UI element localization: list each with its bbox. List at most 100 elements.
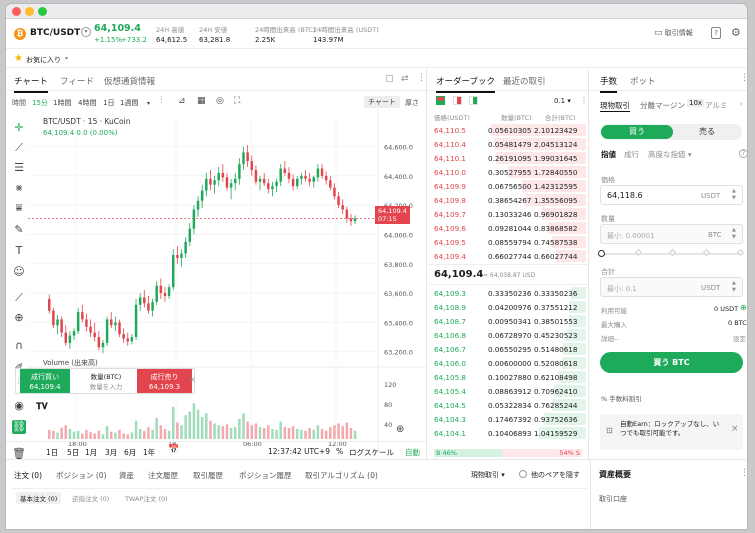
- price-input[interactable]: 64,118.6 USDT ▲ ▼: [600, 185, 743, 205]
- close-quick-trade-icon[interactable]: ×: [189, 375, 196, 384]
- close-window-icon[interactable]: [12, 7, 21, 16]
- slider-handle[interactable]: [598, 250, 605, 257]
- tab-orderbook[interactable]: オーダーブック: [436, 75, 495, 93]
- more-icon[interactable]: ⋮: [417, 73, 426, 83]
- mode-spot[interactable]: 現物取引: [600, 100, 630, 112]
- hide-pairs-label[interactable]: 他のペアを隠す: [531, 470, 580, 480]
- horizontal-lines-icon[interactable]: ☰: [12, 161, 26, 175]
- range-6m[interactable]: 6月: [124, 447, 136, 458]
- zoom-in-icon[interactable]: ⊕: [12, 311, 26, 325]
- bottom-tab[interactable]: 資産: [119, 470, 134, 481]
- close-banner-icon[interactable]: ×: [731, 424, 739, 434]
- range-1d[interactable]: 1日: [46, 447, 58, 458]
- percent-scale-toggle[interactable]: %: [336, 447, 343, 456]
- star-icon[interactable]: ★: [14, 53, 23, 64]
- go-latest-icon[interactable]: ⊕: [396, 424, 404, 435]
- swap-icon[interactable]: ⇄: [401, 74, 409, 84]
- tab-bot[interactable]: ボット: [630, 75, 656, 87]
- screenshot-icon[interactable]: ◎: [216, 96, 224, 106]
- buy-btc-button[interactable]: 買う BTC: [600, 352, 743, 373]
- tab-chart[interactable]: チャート: [14, 75, 48, 93]
- crosshair-icon[interactable]: ✛: [12, 121, 26, 135]
- log-scale-toggle[interactable]: ログスケール: [349, 447, 394, 458]
- chevron-down-icon[interactable]: ▾: [65, 55, 68, 62]
- pattern-icon[interactable]: ⨳: [12, 181, 26, 195]
- stepper-icon[interactable]: ▲ ▼: [732, 280, 736, 294]
- quick-qty-field[interactable]: 数量(BTC) 数量を入力: [76, 372, 136, 392]
- settings-gear-icon[interactable]: ⚙: [731, 26, 741, 39]
- tab-crypto-info[interactable]: 仮想通貨情報: [104, 75, 155, 87]
- more-icon[interactable]: ⋮: [740, 73, 747, 83]
- bids-row[interactable]: 64,109.3 0.33350236 0.33350236: [428, 286, 588, 300]
- asks-row[interactable]: 64,109.4 0.66027744 0.66027744: [428, 249, 588, 263]
- asks-row[interactable]: 64,110.5 0.05610305 2.10123429: [428, 123, 588, 137]
- bottom-tab[interactable]: 注文 (0): [14, 470, 42, 481]
- calendar-icon[interactable]: 📅: [168, 445, 179, 455]
- minimize-window-icon[interactable]: [25, 7, 34, 16]
- layout-icon[interactable]: ▦: [197, 96, 206, 106]
- more-icon[interactable]: ⋮: [580, 96, 588, 105]
- indicator-icon[interactable]: ⊿: [178, 96, 186, 106]
- total-input[interactable]: 最小: 0.1 USDT ▲ ▼: [600, 277, 743, 297]
- order-type-advanced[interactable]: 高度な指値 ▾: [648, 149, 692, 160]
- range-3m[interactable]: 3月: [105, 447, 117, 458]
- favorites-label[interactable]: お気に入り: [26, 55, 61, 65]
- help-icon[interactable]: ?: [739, 149, 747, 158]
- candlestick-chart[interactable]: 64,600.064,400.064,200.064,000.063,800.0…: [28, 109, 427, 449]
- hide-pairs-checkbox[interactable]: [519, 470, 527, 478]
- subtab-basic[interactable]: 基本注文 (0): [16, 492, 62, 504]
- range-5d[interactable]: 5日: [67, 447, 79, 458]
- stepper-icon[interactable]: ▲ ▼: [732, 227, 736, 241]
- emoji-icon[interactable]: ☺: [12, 265, 26, 279]
- chevron-right-icon[interactable]: ›: [740, 100, 743, 108]
- chart-mode-button[interactable]: チャート: [364, 96, 400, 108]
- auto-scale-toggle[interactable]: 自動: [405, 447, 420, 458]
- subtab-twap[interactable]: TWAP注文 (0): [125, 493, 168, 503]
- interval-1d[interactable]: 1日: [103, 98, 114, 108]
- link-icon[interactable]: ⛓: [12, 420, 26, 434]
- window-icon[interactable]: ▢: [385, 74, 394, 84]
- trendline-icon[interactable]: ⟋: [12, 141, 26, 155]
- fullscreen-icon[interactable]: ⛶: [234, 96, 240, 106]
- asks-row[interactable]: 64,109.6 0.09281044 0.83868582: [428, 221, 588, 235]
- magnet-icon[interactable]: ∩: [12, 339, 26, 353]
- asks-row[interactable]: 64,109.5 0.08559794 0.74587538: [428, 235, 588, 249]
- range-1y[interactable]: 1年: [143, 447, 155, 458]
- bids-row[interactable]: 64,106.8 0.06728970 0.45230523: [428, 328, 588, 342]
- bids-row[interactable]: 64,105.8 0.10027880 0.62108498: [428, 370, 588, 384]
- asks-row[interactable]: 64,110.4 0.05481479 2.04513124: [428, 137, 588, 151]
- buy-tab-button[interactable]: 買う: [601, 125, 673, 139]
- market-sell-button[interactable]: 成行売り 64,109.3: [137, 369, 192, 393]
- text-tool-icon[interactable]: T: [12, 244, 26, 258]
- tab-recent-trades[interactable]: 最近の取引: [503, 75, 546, 87]
- interval-15m[interactable]: 15分: [32, 98, 48, 108]
- qty-input[interactable]: 最小: 0.00001 BTC ▲ ▼: [600, 224, 743, 244]
- bids-row[interactable]: 64,108.9 0.04200976 0.37551212: [428, 300, 588, 314]
- interval-dropdown-icon[interactable]: ▾: [147, 100, 150, 107]
- bottom-tab[interactable]: ポジション履歴: [239, 470, 292, 481]
- stepper-icon[interactable]: ▲ ▼: [732, 188, 736, 202]
- add-funds-icon[interactable]: ⊕: [740, 303, 747, 312]
- interval-4h[interactable]: 4時間: [78, 98, 96, 108]
- order-type-market[interactable]: 成行: [624, 149, 639, 160]
- view-asks-icon[interactable]: [453, 96, 462, 105]
- interval-1h[interactable]: 1時間: [53, 98, 71, 108]
- fib-icon[interactable]: ⩸: [12, 201, 26, 215]
- pair-symbol[interactable]: BTC/USDT: [30, 28, 80, 38]
- bids-row[interactable]: 64,108.7 0.00950341 0.38501553: [428, 314, 588, 328]
- bids-row[interactable]: 64,104.3 0.17467392 0.93752636: [428, 412, 588, 426]
- tab-feed[interactable]: フィード: [60, 75, 94, 87]
- mode-isolated-margin[interactable]: 分離マージン: [640, 100, 685, 111]
- depth-button[interactable]: 厚さ: [405, 98, 419, 108]
- bids-row[interactable]: 64,106.0 0.00600000 0.52080618: [428, 356, 588, 370]
- subtab-stop[interactable]: 逆指注文 (0): [72, 493, 109, 503]
- sell-tab-button[interactable]: 売る: [673, 125, 741, 139]
- fee-discount-link[interactable]: % 手数料割引: [601, 393, 642, 403]
- brush-icon[interactable]: ✎: [12, 223, 26, 237]
- bids-row[interactable]: 64,106.7 0.06550295 0.51480618: [428, 342, 588, 356]
- interval-1w[interactable]: 1週間: [120, 98, 138, 108]
- range-1m[interactable]: 1月: [85, 447, 97, 458]
- mode-other[interactable]: アルミ: [705, 100, 727, 111]
- maximize-window-icon[interactable]: [38, 7, 47, 16]
- order-type-limit[interactable]: 指値: [601, 149, 616, 160]
